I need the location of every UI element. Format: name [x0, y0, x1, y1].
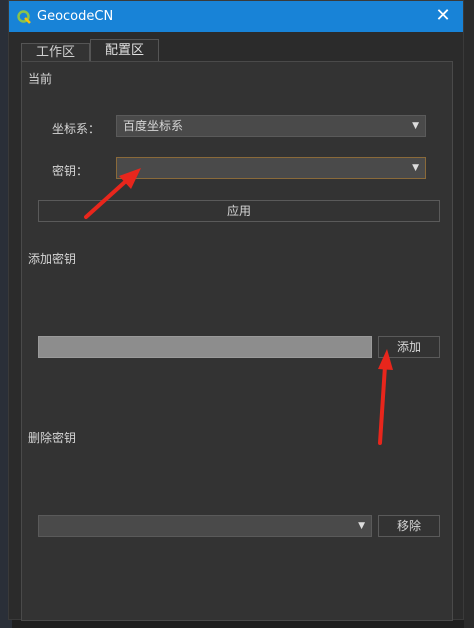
tab-bar: 工作区 配置区 — [21, 39, 160, 61]
delete-key-select[interactable]: ▼ — [38, 515, 372, 537]
apply-button[interactable]: 应用 — [38, 200, 440, 222]
title-bar: GeocodeCN ✕ — [9, 1, 463, 32]
geocodecn-dialog: GeocodeCN ✕ 工作区 配置区 当前 坐标系： 百度坐标系 ▼ 密钥： … — [8, 0, 464, 621]
remove-button[interactable]: 移除 — [378, 515, 440, 537]
close-button[interactable]: ✕ — [431, 4, 455, 28]
crs-select[interactable]: 百度坐标系 ▼ — [116, 115, 426, 137]
add-key-heading: 添加密钥 — [28, 252, 77, 266]
delete-key-heading: 删除密钥 — [28, 431, 77, 445]
chevron-down-icon: ▼ — [412, 121, 419, 131]
key-select[interactable]: ▼ — [116, 157, 426, 179]
background-right-strip — [464, 0, 474, 628]
tab-config[interactable]: 配置区 — [90, 39, 160, 61]
key-label: 密钥： — [52, 164, 89, 178]
chevron-down-icon: ▼ — [412, 163, 419, 173]
window-title: GeocodeCN — [37, 9, 114, 24]
close-icon: ✕ — [435, 5, 451, 26]
chevron-down-icon: ▼ — [358, 521, 365, 531]
config-panel: 当前 坐标系： 百度坐标系 ▼ 密钥： ▼ 应用 添加密钥 添加 删除密钥 ▼ … — [21, 61, 453, 621]
current-heading: 当前 — [28, 72, 53, 86]
qgis-icon — [17, 9, 31, 24]
crs-label: 坐标系： — [52, 122, 101, 136]
crs-select-value: 百度坐标系 — [123, 119, 184, 133]
add-key-input[interactable] — [38, 336, 372, 358]
add-button[interactable]: 添加 — [378, 336, 440, 358]
tab-workspace[interactable]: 工作区 — [21, 43, 91, 61]
